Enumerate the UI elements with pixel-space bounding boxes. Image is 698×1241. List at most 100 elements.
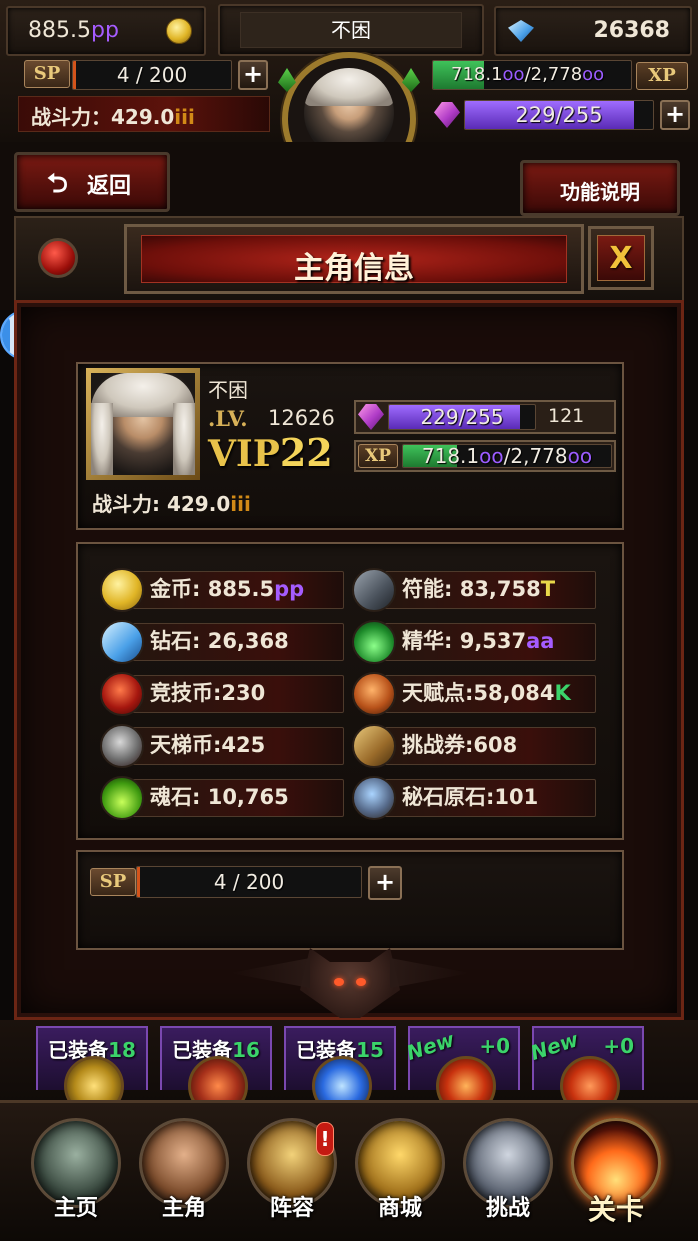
nav-label: 阵容 xyxy=(269,1196,314,1221)
diamond-display[interactable]: 26368 xyxy=(494,6,692,56)
hero-stamina-value: 229/255 xyxy=(420,405,504,429)
equipment-slot[interactable]: 已装备15 xyxy=(284,1026,396,1116)
top-avatar-frame[interactable] xyxy=(276,52,422,144)
help-label: 功能说明 xyxy=(560,180,640,204)
resource-item[interactable]: 魂石: 10,765 xyxy=(100,776,344,820)
back-arrow-icon: ⮌ xyxy=(47,169,68,199)
resource-label: 竞技币:230 xyxy=(150,681,266,705)
sp-bar: 4 / 200 xyxy=(72,60,232,90)
demon-eye-icon xyxy=(334,978,344,986)
hero-xp-bar: 718.1oo/2,778oo xyxy=(402,444,612,468)
challenge-ticket-icon xyxy=(352,724,396,768)
resource-item[interactable]: 符能: 83,758T xyxy=(352,568,596,612)
demon-skull-ornament xyxy=(230,938,470,1028)
xp-suffix-1: oo xyxy=(502,64,525,85)
profile-card: 不困 .LV. 12626 VIP22 战斗力: 429.0iii 229/25… xyxy=(76,362,624,530)
equipment-slot[interactable]: New +0 xyxy=(527,1026,644,1116)
sp-value: 4 / 200 xyxy=(116,63,188,87)
rune-icon xyxy=(352,568,396,612)
back-button[interactable]: ⮌ 返回 xyxy=(14,152,170,212)
hero-xp-mid: /2,778 xyxy=(503,444,568,468)
resource-suffix: pp xyxy=(274,577,305,601)
power-suffix: iii xyxy=(174,105,195,129)
resource-item[interactable]: 金币: 885.5pp xyxy=(100,568,344,612)
nav-treasure-chest[interactable]: 商城 xyxy=(348,1112,452,1232)
title-bar: 主角信息 X xyxy=(14,216,684,302)
xp-mid: /2,778 xyxy=(524,64,583,85)
top-xp-row: 718.1oo/2,778oo XP xyxy=(430,60,692,92)
power-value: 429.0 xyxy=(111,105,175,129)
resource-item[interactable]: 精华: 9,537aa xyxy=(352,620,596,664)
nav-hero[interactable]: 主角 xyxy=(132,1112,236,1232)
help-button[interactable]: 功能说明 xyxy=(520,160,680,216)
nav-label: 关卡 xyxy=(587,1193,644,1226)
diamond-icon xyxy=(100,620,144,664)
stamina-add-button[interactable]: + xyxy=(660,100,690,130)
resource-label: 天梯币:425 xyxy=(150,733,266,757)
nav-label: 主页 xyxy=(53,1196,98,1221)
resource-item[interactable]: 钻石: 26,368 xyxy=(100,620,344,664)
stamina-bar: 229/255 xyxy=(464,100,654,130)
level-label: .LV. xyxy=(208,406,248,431)
equipment-slot[interactable]: 已装备16 xyxy=(160,1026,272,1116)
nav-stage-fire[interactable]: 关卡 xyxy=(564,1112,668,1232)
resource-label: 魂石: 10,765 xyxy=(150,785,289,809)
avatar xyxy=(304,68,394,144)
stamina-gem-icon xyxy=(358,404,384,430)
xp-bar: 718.1oo/2,778oo xyxy=(432,60,632,90)
nav-crossed-axes[interactable]: 挑战 xyxy=(456,1112,560,1232)
gold-coin-icon xyxy=(100,568,144,612)
sp-panel-add-button[interactable]: + xyxy=(368,866,402,900)
equipment-slot[interactable]: New +0 xyxy=(403,1026,520,1116)
hero-xp-prefix: 718.1 xyxy=(421,444,480,468)
xp-tag: XP xyxy=(636,62,688,90)
nav-label: 挑战 xyxy=(485,1196,530,1221)
page-title: 主角信息 xyxy=(294,251,414,286)
nav-lineup[interactable]: ! 阵容 xyxy=(240,1112,344,1232)
resource-panel: 金币: 885.5pp 符能: 83,758T 钻石: 26,368 精华: 9,53… xyxy=(76,542,624,840)
close-button[interactable]: X xyxy=(588,226,654,290)
secret-ore-icon xyxy=(352,776,396,820)
resource-label: 符能: 83,758 xyxy=(402,577,541,601)
resource-item[interactable]: 挑战券:608 xyxy=(352,724,596,768)
hero-stamina-bar: 229/255 xyxy=(388,404,536,430)
nav-label: 商城 xyxy=(377,1196,422,1221)
resource-item[interactable]: 天赋点:58,084K xyxy=(352,672,596,716)
resource-item[interactable]: 天梯币:425 xyxy=(100,724,344,768)
demon-eye-icon xyxy=(356,978,366,986)
hero-power-suffix: iii xyxy=(230,492,251,516)
resource-item[interactable]: 秘石原石:101 xyxy=(352,776,596,820)
equipment-slot[interactable]: 已装备18 xyxy=(36,1026,148,1116)
resource-suffix: K xyxy=(554,681,571,705)
hero-power-label: 战斗力: xyxy=(92,492,160,516)
hero-xp-suffix-2: oo xyxy=(567,444,593,468)
hero-portrait xyxy=(91,373,195,475)
soul-stone-icon xyxy=(100,776,144,820)
sp-add-button[interactable]: + xyxy=(238,60,268,90)
red-orb-icon xyxy=(38,238,78,278)
resource-item[interactable]: 竞技币:230 xyxy=(100,672,344,716)
talent-icon xyxy=(352,672,396,716)
vip-level: 22 xyxy=(279,430,333,475)
stamina-value: 229/255 xyxy=(515,103,603,127)
resource-suffix: aa xyxy=(526,629,555,653)
player-name-plate: 不困 xyxy=(218,4,484,56)
hero-name: 不困 xyxy=(208,378,248,402)
xp-prefix: 718.1 xyxy=(451,64,503,85)
ladder-coin-icon xyxy=(100,724,144,768)
xp-suffix-2: oo xyxy=(582,64,605,85)
equipment-count: +0 xyxy=(603,1034,634,1058)
back-label: 返回 xyxy=(87,174,132,199)
gold-display[interactable]: 885.5pp xyxy=(6,6,206,56)
diamond-icon xyxy=(508,20,534,42)
hero-stamina-row: 229/255 121 xyxy=(354,400,616,434)
resource-label: 精华: 9,537 xyxy=(402,629,527,653)
sp-panel-value: 4 / 200 xyxy=(213,870,285,894)
sp-tag: SP xyxy=(24,60,70,88)
nav-castle[interactable]: 主页 xyxy=(24,1112,128,1232)
vip-label: VIP xyxy=(208,433,280,475)
equipment-count: 15 xyxy=(356,1038,384,1062)
arena-coin-icon xyxy=(100,672,144,716)
essence-icon xyxy=(352,620,396,664)
power-display: 战斗力：429.0iii xyxy=(18,96,270,132)
